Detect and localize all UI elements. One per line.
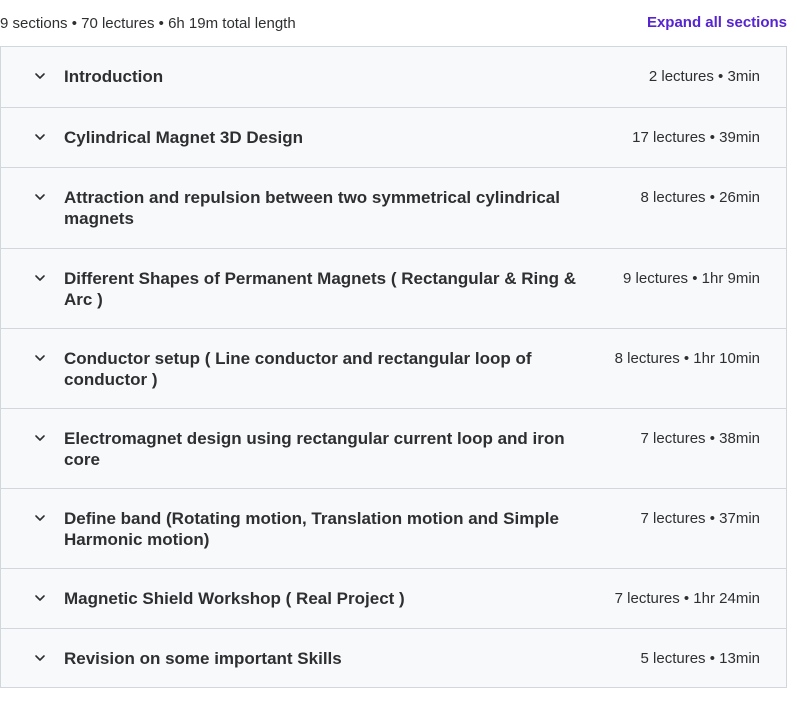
expand-all-sections-button[interactable]: Expand all sections xyxy=(647,14,787,31)
section-title: Revision on some important Skills xyxy=(64,649,342,668)
section-title: Different Shapes of Permanent Magnets ( … xyxy=(64,269,576,309)
section-row-magnet-shapes[interactable]: Different Shapes of Permanent Magnets ( … xyxy=(1,248,786,328)
chevron-down-icon xyxy=(33,351,47,365)
section-meta: 17 lectures • 39min xyxy=(632,129,760,146)
section-meta: 5 lectures • 13min xyxy=(640,650,760,667)
chevron-down-icon xyxy=(33,190,47,204)
section-row-revision[interactable]: Revision on some important Skills 5 lect… xyxy=(1,628,786,687)
section-title: Conductor setup ( Line conductor and rec… xyxy=(64,349,532,389)
chevron-down-icon xyxy=(33,511,47,525)
section-meta: 9 lectures • 1hr 9min xyxy=(623,270,760,287)
section-title: Magnetic Shield Workshop ( Real Project … xyxy=(64,589,405,608)
section-row-electromagnet-design[interactable]: Electromagnet design using rectangular c… xyxy=(1,408,786,488)
section-title: Cylindrical Magnet 3D Design xyxy=(64,128,303,147)
section-meta: 7 lectures • 38min xyxy=(640,430,760,447)
section-title: Introduction xyxy=(64,67,164,86)
chevron-down-icon xyxy=(33,651,47,665)
section-meta: 7 lectures • 1hr 24min xyxy=(614,590,760,607)
curriculum-section-list: Introduction 2 lectures • 3min Cylindric… xyxy=(0,46,787,688)
chevron-down-icon xyxy=(33,69,47,83)
chevron-down-icon xyxy=(33,591,47,605)
section-row-magnetic-shield[interactable]: Magnetic Shield Workshop ( Real Project … xyxy=(1,568,786,628)
section-row-conductor-setup[interactable]: Conductor setup ( Line conductor and rec… xyxy=(1,328,786,408)
section-row-introduction[interactable]: Introduction 2 lectures • 3min xyxy=(1,47,786,107)
section-row-attraction-repulsion[interactable]: Attraction and repulsion between two sym… xyxy=(1,167,786,248)
section-title: Attraction and repulsion between two sym… xyxy=(64,188,560,228)
section-title: Define band (Rotating motion, Translatio… xyxy=(64,509,559,549)
section-row-cylindrical-magnet[interactable]: Cylindrical Magnet 3D Design 17 lectures… xyxy=(1,107,786,167)
section-row-define-band[interactable]: Define band (Rotating motion, Translatio… xyxy=(1,488,786,568)
section-meta: 7 lectures • 37min xyxy=(640,510,760,527)
section-meta: 8 lectures • 1hr 10min xyxy=(614,350,760,367)
section-title: Electromagnet design using rectangular c… xyxy=(64,429,565,469)
curriculum-summary-bar: 9 sections • 70 lectures • 6h 19m total … xyxy=(0,0,797,46)
section-meta: 8 lectures • 26min xyxy=(640,189,760,206)
chevron-down-icon xyxy=(33,271,47,285)
chevron-down-icon xyxy=(33,431,47,445)
section-meta: 2 lectures • 3min xyxy=(648,68,760,85)
chevron-down-icon xyxy=(33,130,47,144)
curriculum-summary-text: 9 sections • 70 lectures • 6h 19m total … xyxy=(0,15,296,32)
